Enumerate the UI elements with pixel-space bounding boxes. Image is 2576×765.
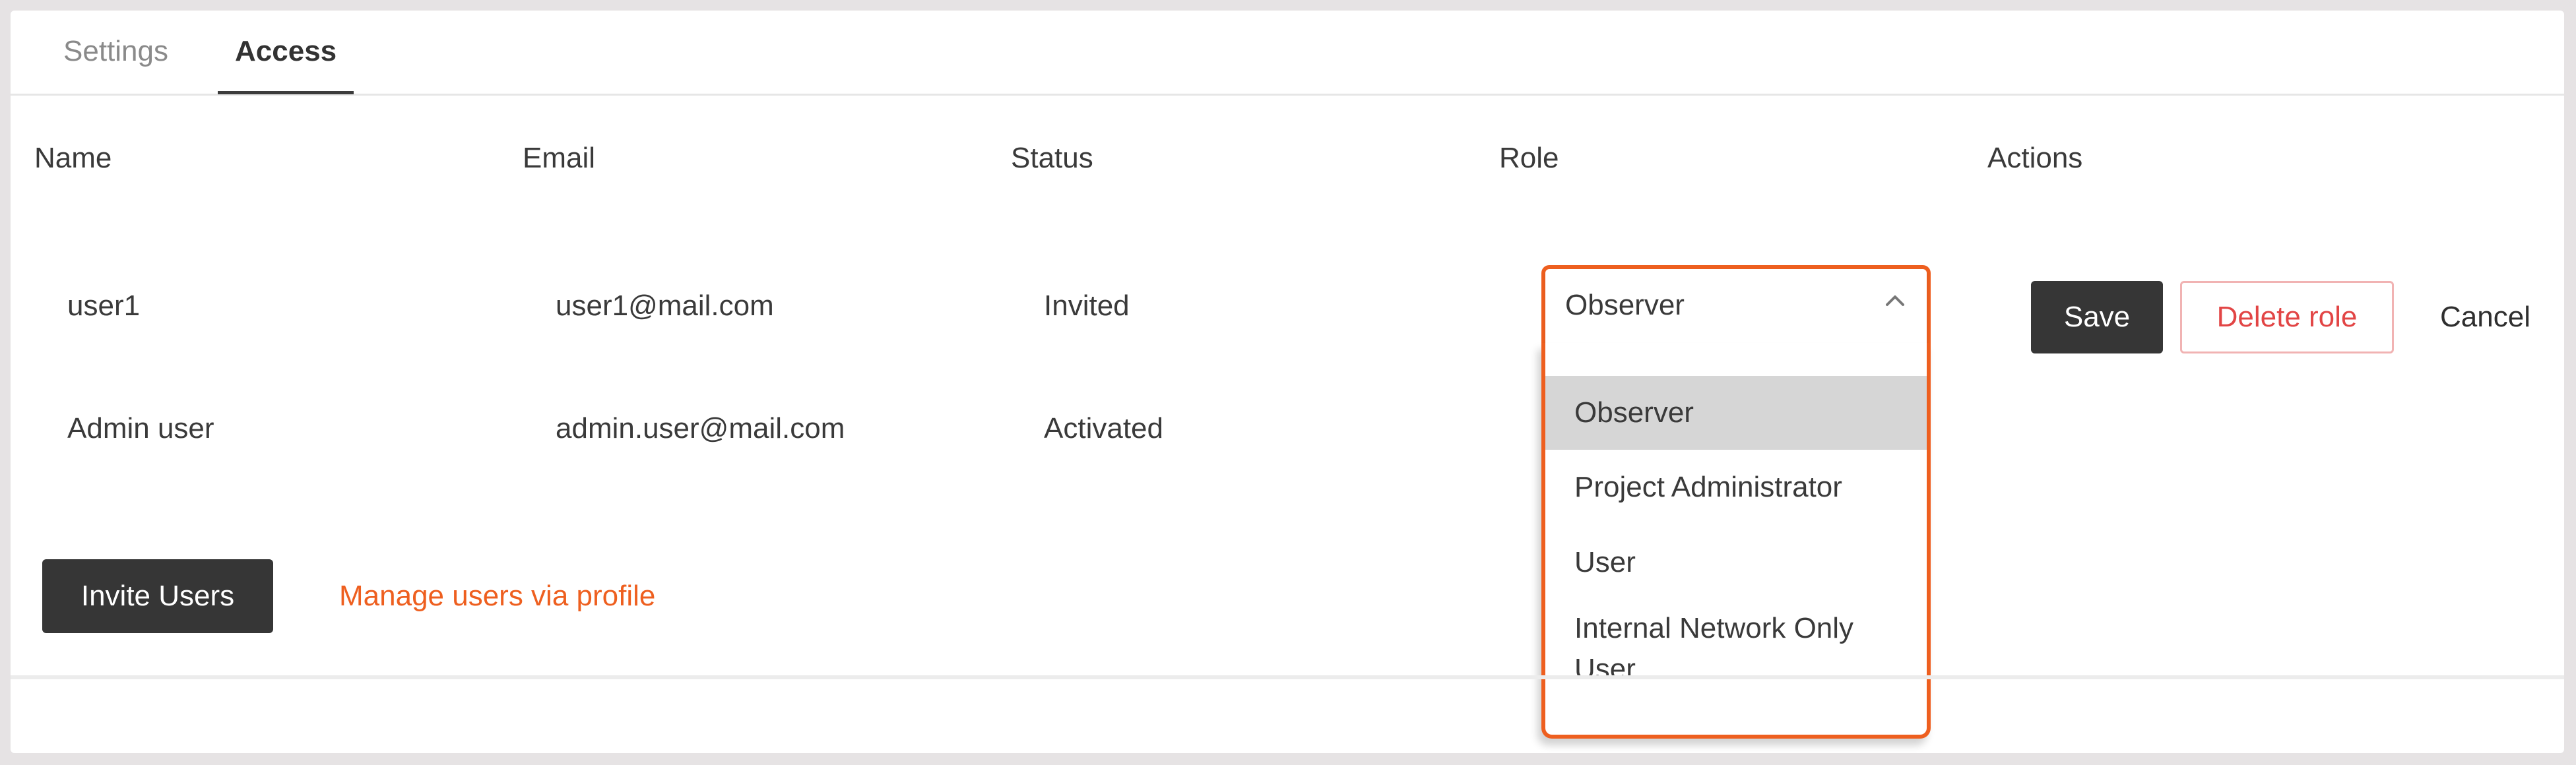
user-name-cell: Admin user bbox=[67, 412, 214, 444]
role-dropdown-menu: Observer Project Administrator User Inte… bbox=[1541, 343, 1931, 739]
access-panel: Settings Access Name Email Status Role A… bbox=[11, 11, 2564, 753]
user-status-cell: Activated bbox=[1044, 412, 1163, 444]
user-email-cell: admin.user@mail.com bbox=[556, 412, 845, 444]
active-tab-indicator bbox=[218, 91, 354, 94]
column-header-status: Status bbox=[1011, 142, 1093, 174]
divider bbox=[11, 675, 2564, 679]
manage-users-link[interactable]: Manage users via profile bbox=[339, 578, 655, 615]
role-select[interactable]: Observer bbox=[1541, 265, 1931, 345]
column-header-name: Name bbox=[34, 142, 112, 174]
column-header-email: Email bbox=[523, 142, 596, 174]
role-select-value: Observer bbox=[1565, 289, 1685, 321]
tab-access[interactable]: Access bbox=[235, 11, 337, 94]
role-option-observer[interactable]: Observer bbox=[1545, 376, 1927, 450]
role-option-project-administrator[interactable]: Project Administrator bbox=[1545, 458, 1927, 517]
column-header-actions: Actions bbox=[1987, 142, 2083, 174]
role-option-internal-network-only-user[interactable]: Internal Network Only User bbox=[1545, 608, 1862, 694]
invite-users-button[interactable]: Invite Users bbox=[42, 559, 273, 633]
role-option-user[interactable]: User bbox=[1545, 533, 1927, 592]
cancel-button[interactable]: Cancel bbox=[2440, 281, 2530, 353]
user-status-cell: Invited bbox=[1044, 290, 1130, 322]
role-select-field[interactable]: Observer bbox=[1545, 269, 1927, 345]
chevron-up-icon[interactable] bbox=[1882, 288, 1908, 314]
delete-role-button[interactable]: Delete role bbox=[2180, 281, 2394, 353]
user-name-cell: user1 bbox=[67, 290, 141, 322]
column-header-role: Role bbox=[1499, 142, 1559, 174]
tab-settings[interactable]: Settings bbox=[63, 11, 168, 94]
save-button[interactable]: Save bbox=[2031, 281, 2163, 353]
tab-bar: Settings Access bbox=[11, 11, 2564, 96]
user-email-cell: user1@mail.com bbox=[556, 290, 774, 322]
